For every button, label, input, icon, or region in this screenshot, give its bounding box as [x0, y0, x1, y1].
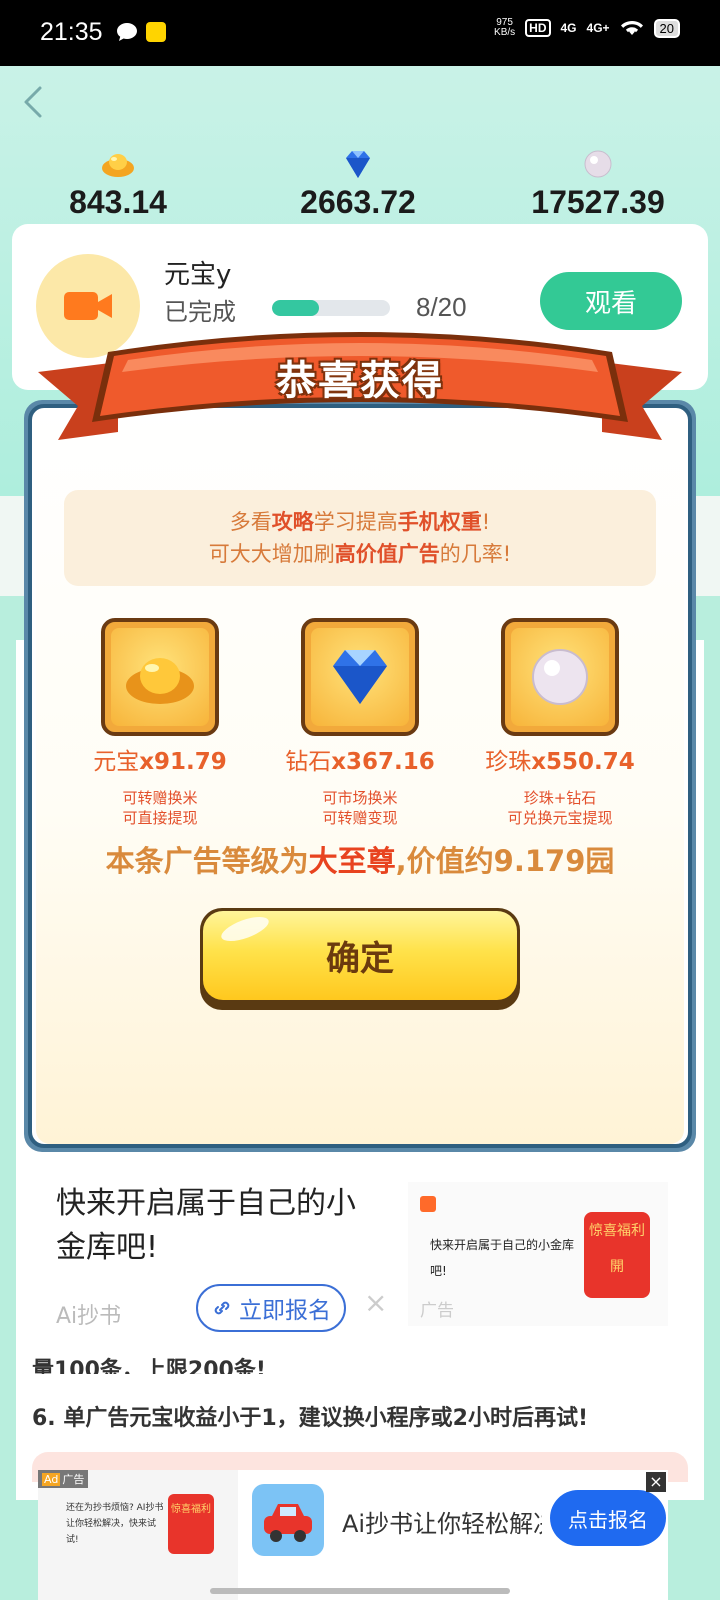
wifi-icon: [620, 21, 643, 35]
pearl-icon: [584, 150, 612, 178]
diamond-icon: [333, 650, 387, 704]
reward-note-2: 可兑换元宝提现: [507, 809, 613, 827]
banner-close-icon[interactable]: ×: [646, 1472, 666, 1492]
tip-1d: 手机权重: [397, 510, 482, 534]
rules-section: 量100条，上限200条! 6. 单广告元宝收益小于1，建议换小程序或2小时后再…: [16, 1352, 704, 1452]
reward-value: x367.16: [331, 749, 435, 775]
reward-value: x550.74: [531, 749, 635, 775]
tip-line-1: 多看攻略学习提高手机权重!: [64, 506, 656, 538]
battery-icon: 20: [653, 18, 680, 38]
car-icon: [264, 1504, 312, 1542]
banner-tag-label: 广告: [62, 1473, 85, 1486]
stat-gold-value: 843.14: [69, 184, 167, 220]
reward-note-2: 可转赠变现: [322, 809, 398, 827]
ad-thumb-footer: 广告: [420, 1301, 454, 1321]
tip-1e: !: [481, 510, 491, 534]
ad-thumb-text: 快来开启属于自己的小金库吧!: [430, 1238, 575, 1278]
rule-partial: 量100条，上限200条!: [32, 1358, 266, 1374]
ad-card: 快来开启属于自己的小金库吧! Ai抄书 立即报名 × 快来开启属于自己的小金库吧…: [16, 1168, 704, 1352]
ad-signup-button[interactable]: 立即报名: [196, 1284, 346, 1332]
reward-amount: 珍珠x550.74: [460, 742, 660, 776]
ad-level-b: 大至尊: [308, 844, 396, 878]
status-time: 21:35: [40, 18, 103, 46]
stat-pearl-value: 17527.39: [531, 184, 665, 220]
reward-name: 元宝: [93, 749, 140, 775]
modal-title: 恭喜获得: [276, 358, 444, 404]
task-progress-bar: [272, 300, 390, 316]
gold-ingot-icon: [102, 154, 134, 177]
tip-2a: 可大大增加刷: [208, 542, 335, 566]
diamond-icon: [346, 151, 370, 178]
banner-text: Ai抄书让你轻松解决: [342, 1510, 542, 1538]
gold-ingot-icon: [126, 658, 194, 704]
balance-stats: 843.14 2663.72 17527.39: [0, 148, 720, 224]
reward-amount: 元宝x91.79: [60, 742, 260, 776]
banner-thumbnail: Ad 广告 还在为抄书烦恼? AI抄书让你轻松解决，快来试试! 惊喜福利: [38, 1470, 238, 1600]
banner-ad-label: Ad: [42, 1473, 61, 1486]
task-progress-fill: [272, 300, 320, 316]
link-icon: [214, 1301, 230, 1315]
stat-diamond-value: 2663.72: [300, 184, 416, 220]
ad-source: Ai抄书: [56, 1304, 122, 1329]
ad-signup-label: 立即报名: [239, 1298, 331, 1324]
reward-note-1: 珍珠+钻石: [523, 789, 597, 807]
ad-level-text: 本条广告等级为大至尊,价值约9.179园: [0, 838, 720, 880]
red-envelope-icon: 惊喜福利開: [584, 1212, 650, 1298]
ad-level-c: ,价值约9.179园: [395, 844, 615, 878]
reward-value: x91.79: [139, 749, 227, 775]
confirm-button[interactable]: 确定: [200, 908, 520, 1010]
back-icon[interactable]: [14, 82, 54, 122]
stat-pearl: 17527.39: [498, 148, 698, 221]
reward-gold: 元宝x91.79 可转赠换米 可直接提现: [60, 618, 260, 828]
reward-tile: [501, 618, 619, 736]
banner-thumb-text: 还在为抄书烦恼? AI抄书让你轻松解决，快来试试!: [66, 1503, 164, 1545]
reward-name: 钻石: [285, 749, 332, 775]
tip-2c: 的几率!: [439, 542, 512, 566]
net-speed-unit: KB/s: [494, 27, 516, 38]
tip-box: 多看攻略学习提高手机权重! 可大大增加刷高价值广告的几率!: [64, 490, 656, 586]
ad-level-a: 本条广告等级为: [105, 844, 309, 878]
tip-1c: 学习提高: [313, 510, 398, 534]
tip-2b: 高价值广告: [334, 542, 440, 566]
reward-note-2: 可直接提现: [122, 809, 198, 827]
ad-close-icon[interactable]: ×: [364, 1286, 387, 1319]
ad-thumbnail[interactable]: 快来开启属于自己的小金库吧! 惊喜福利開 广告: [408, 1182, 668, 1326]
reward-list: 元宝x91.79 可转赠换米 可直接提现 钻石x367.16 可市场换米 可转赠…: [0, 618, 720, 827]
stat-diamond: 2663.72: [258, 148, 458, 221]
hd-icon: HD: [525, 19, 551, 37]
red-envelope-label: 惊喜福利: [589, 1223, 645, 1239]
banner-signup-button[interactable]: 点击报名: [550, 1490, 666, 1546]
red-envelope-icon: 惊喜福利: [168, 1494, 214, 1554]
stat-gold: 843.14: [18, 148, 218, 221]
tip-1a: 多看: [229, 510, 272, 534]
app-notification-icon: [146, 22, 166, 42]
banner-ad-tag: Ad 广告: [38, 1470, 89, 1488]
pearl-icon: [532, 649, 588, 705]
signal-1-icon: 4G: [560, 21, 577, 35]
tip-1b: 攻略: [271, 510, 314, 534]
net-speed: 975 KB/s: [494, 18, 515, 38]
status-indicators: 975 KB/s HD 4G 4G+ 20: [494, 18, 680, 38]
reward-tile: [301, 618, 419, 736]
tip-line-2: 可大大增加刷高价值广告的几率!: [64, 538, 656, 570]
ad-app-icon: [420, 1196, 436, 1212]
reward-note-1: 可市场换米: [322, 789, 398, 807]
red-envelope-sub: 開: [610, 1259, 624, 1275]
task-progress-text: 8/20: [416, 292, 467, 322]
reward-diamond: 钻石x367.16 可市场换米 可转赠变现: [260, 618, 460, 828]
reward-tile: [101, 618, 219, 736]
banner-ad[interactable]: Ad 广告 还在为抄书烦恼? AI抄书让你轻松解决，快来试试! 惊喜福利 Ai抄书…: [38, 1470, 668, 1600]
reward-amount: 钻石x367.16: [260, 742, 460, 776]
navigation-handle[interactable]: [210, 1588, 510, 1594]
car-app-icon: [252, 1484, 324, 1556]
rule-6: 6. 单广告元宝收益小于1，建议换小程序或2小时后再试!: [32, 1406, 588, 1431]
task-name: 元宝y: [164, 260, 232, 290]
signal-2-icon: 4G+: [586, 21, 610, 35]
status-bar: 21:35 975 KB/s HD 4G 4G+ 20: [0, 0, 720, 66]
reward-note-1: 可转赠换米: [122, 789, 198, 807]
ad-title: 快来开启属于自己的小金库吧!: [56, 1186, 356, 1265]
reward-name: 珍珠: [485, 749, 532, 775]
reward-pearl: 珍珠x550.74 珍珠+钻石 可兑换元宝提现: [460, 618, 660, 828]
message-icon: [117, 23, 137, 41]
